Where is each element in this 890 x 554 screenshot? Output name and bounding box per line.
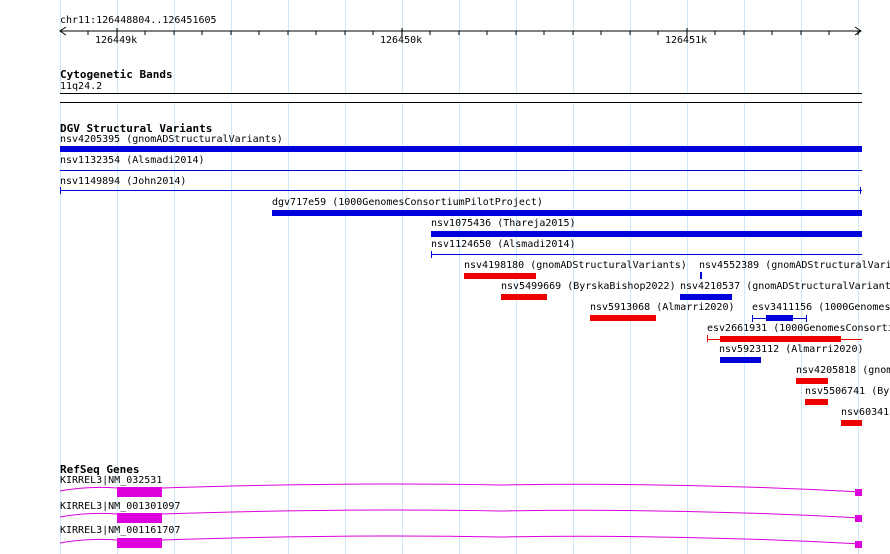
gene-exon (117, 538, 162, 548)
gene-exon (117, 513, 162, 523)
gene-exon (855, 515, 862, 522)
gene-intron-line (59, 509, 863, 519)
gene-exon (117, 487, 162, 497)
gene-exon (855, 541, 862, 548)
gene-intron-line (59, 483, 863, 493)
gene-intron-line (59, 535, 863, 545)
genome-browser-view: chr11:126448804..126451605 126449k 12645… (0, 0, 890, 554)
gene-exon (855, 489, 862, 496)
gene-models[interactable] (0, 0, 890, 554)
